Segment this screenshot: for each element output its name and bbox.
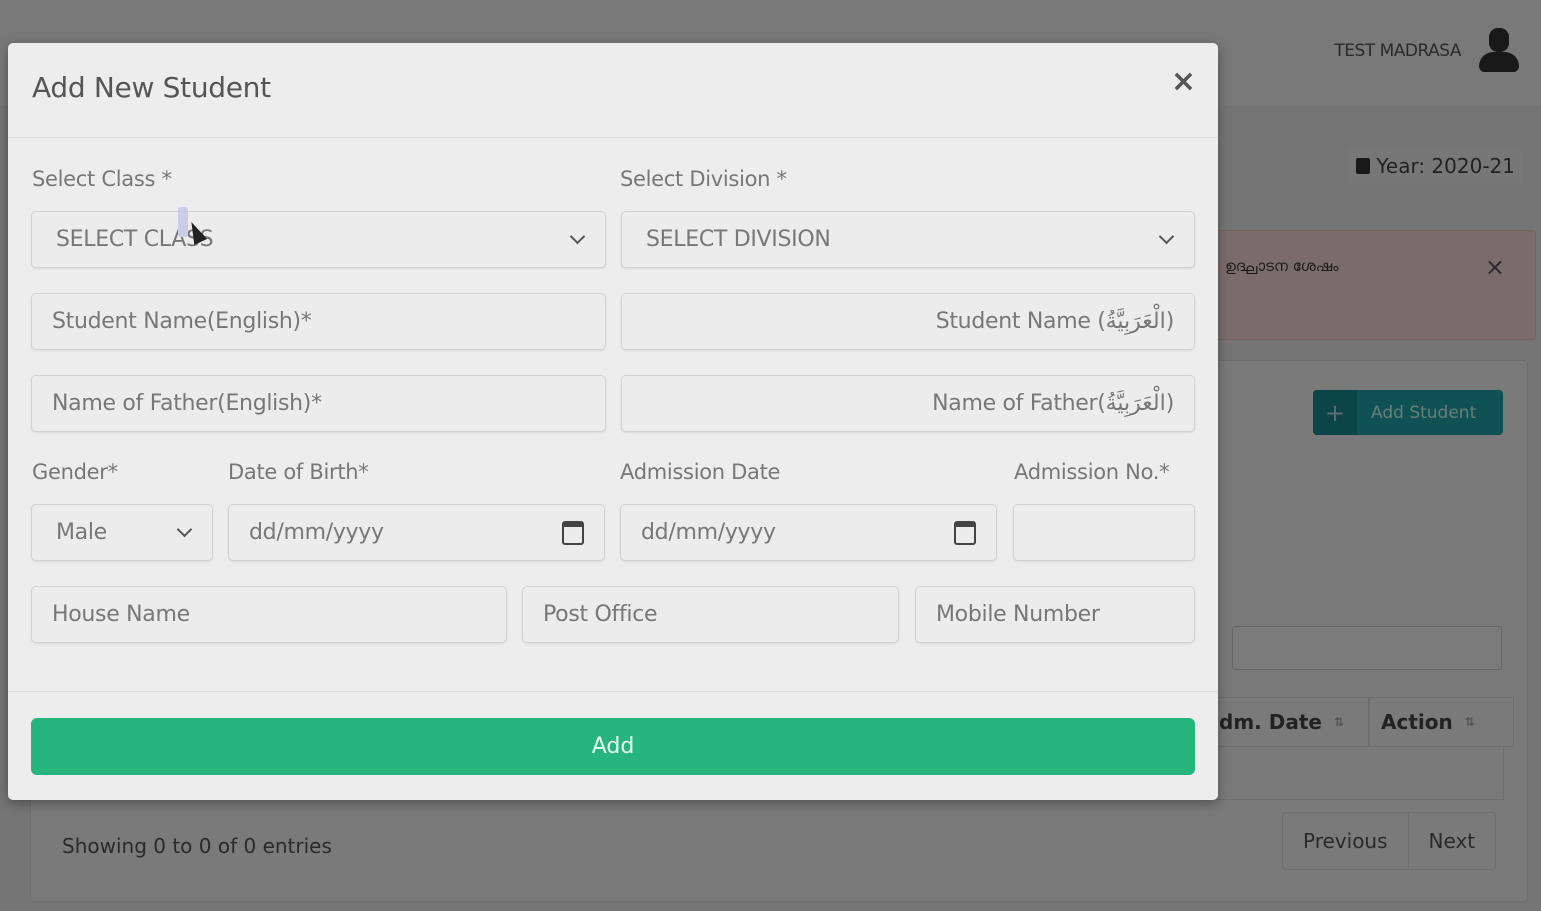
placeholder: Name of Father(English)* [52,391,322,416]
gender-select[interactable]: Male [31,504,213,561]
select-class-dropdown[interactable]: SELECT CLASS [31,211,606,268]
placeholder: Student Name (ﺍﻟْﻌَﺮَﺑِﻴَّﺔُ) [935,309,1175,334]
text-selection-highlight [178,207,188,237]
select-division-value: SELECT DIVISION [646,227,831,252]
calendar-icon[interactable] [954,520,976,545]
father-name-arabic-input[interactable]: Name of Father(ﺍﻟْﻌَﺮَﺑِﻴَّﺔُ) [621,375,1195,432]
modal-header: Add New Student × [8,43,1218,138]
placeholder: dd/mm/yyyy [641,520,776,545]
select-division-label: Select Division * [620,167,787,191]
admission-date-input[interactable]: dd/mm/yyyy [620,504,997,561]
placeholder: Mobile Number [936,602,1100,627]
mobile-number-input[interactable]: Mobile Number [915,586,1195,643]
chevron-down-icon [176,521,193,538]
chevron-down-icon [1158,228,1175,245]
select-class-label: Select Class * [32,167,172,191]
student-name-english-input[interactable]: Student Name(English)* [31,293,606,350]
modal-title: Add New Student [32,71,271,104]
dob-label: Date of Birth* [228,460,369,484]
chevron-down-icon [569,228,586,245]
post-office-input[interactable]: Post Office [522,586,899,643]
father-name-english-input[interactable]: Name of Father(English)* [31,375,606,432]
add-submit-button[interactable]: Add [31,718,1195,775]
gender-label: Gender* [32,460,118,484]
placeholder: Name of Father(ﺍﻟْﻌَﺮَﺑِﻴَّﺔُ) [932,391,1174,416]
placeholder: Post Office [543,602,658,627]
modal-footer-divider [8,691,1218,692]
gender-value: Male [56,520,107,545]
placeholder: Student Name(English)* [52,309,312,334]
select-division-dropdown[interactable]: SELECT DIVISION [621,211,1195,268]
dob-date-input[interactable]: dd/mm/yyyy [228,504,605,561]
admission-date-label: Admission Date [620,460,781,484]
close-icon[interactable]: × [1171,67,1196,97]
admission-no-input[interactable] [1013,504,1195,561]
calendar-icon[interactable] [562,520,584,545]
student-name-arabic-input[interactable]: Student Name (ﺍﻟْﻌَﺮَﺑِﻴَّﺔُ) [621,293,1195,350]
admission-no-label: Admission No.* [1014,460,1170,484]
house-name-input[interactable]: House Name [31,586,507,643]
placeholder: dd/mm/yyyy [249,520,384,545]
placeholder: House Name [52,602,190,627]
add-student-modal: Add New Student × Select Class * SELECT … [8,43,1218,800]
